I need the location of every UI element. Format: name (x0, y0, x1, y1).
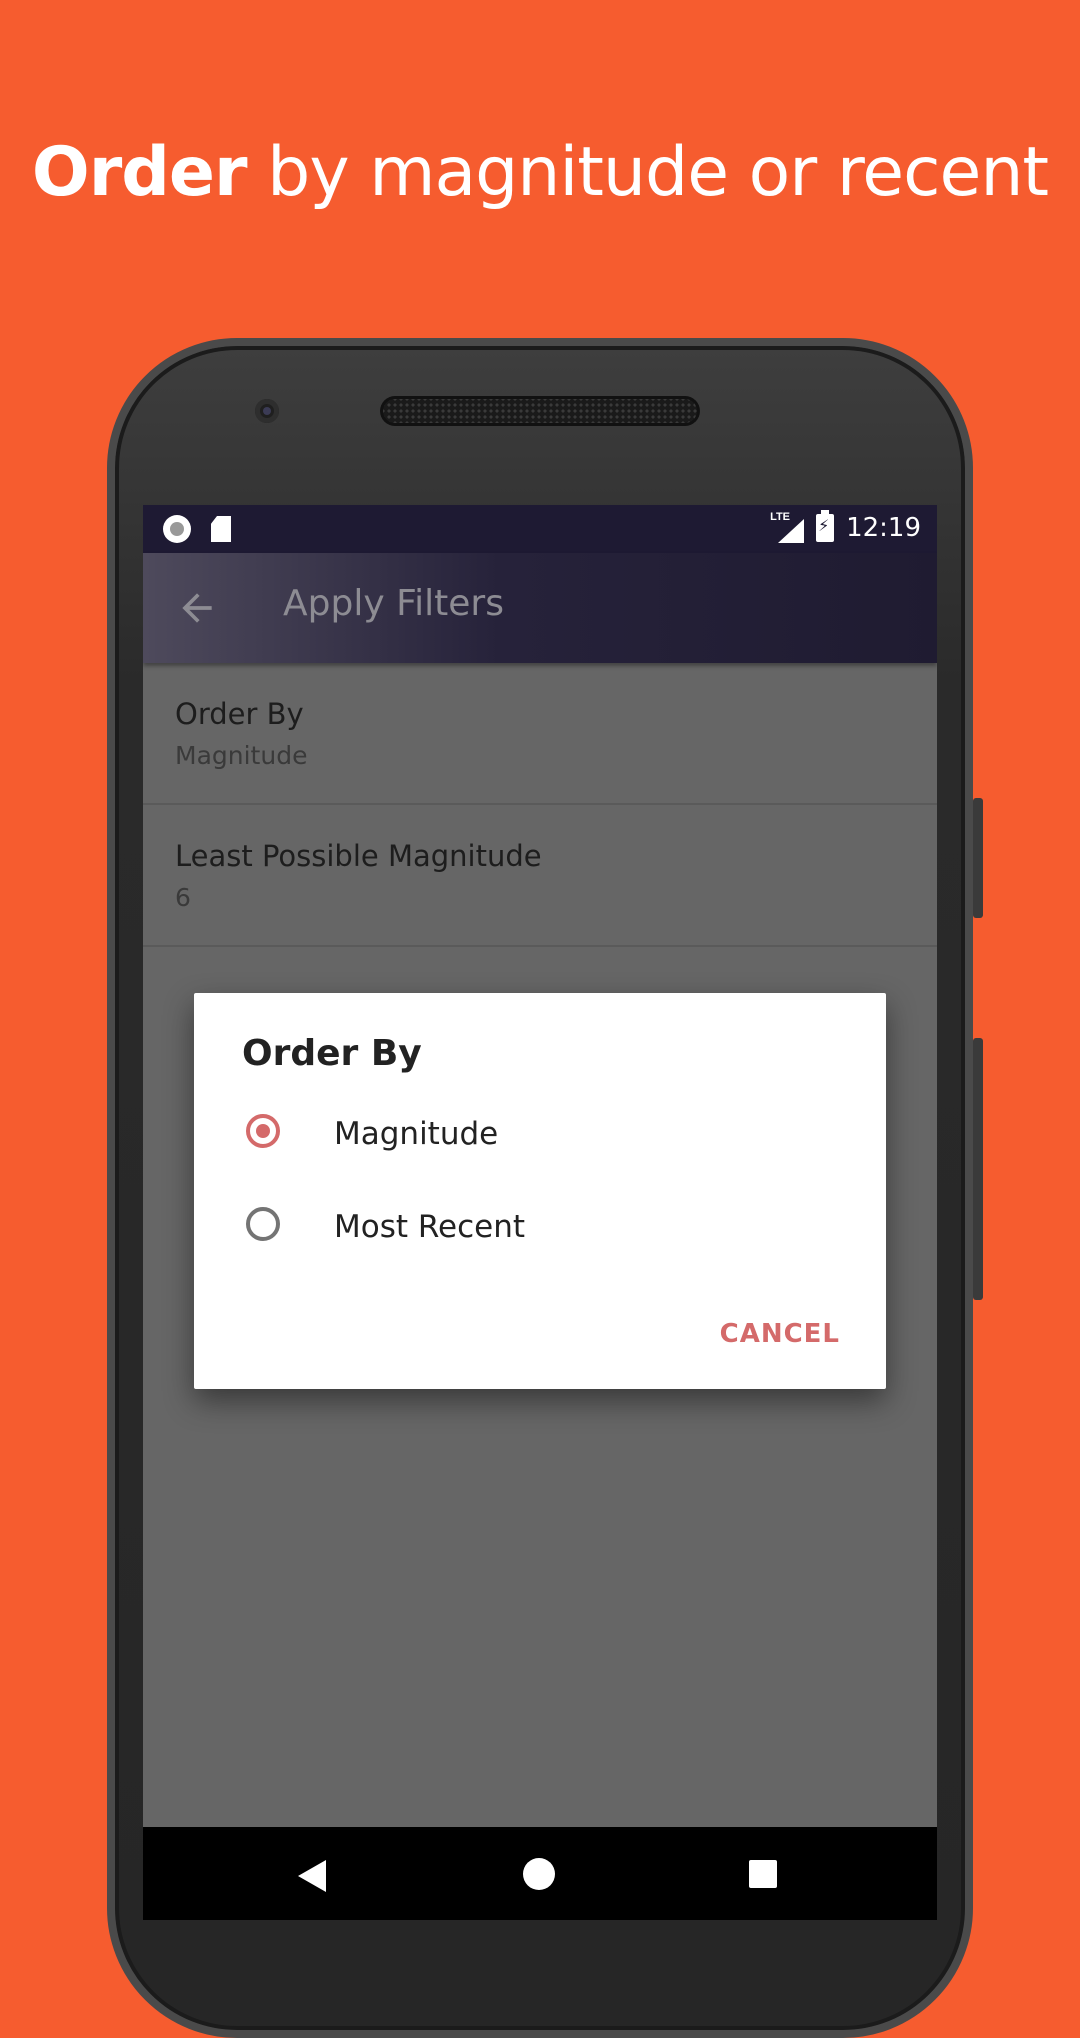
headline-rest: by magnitude or recent (246, 133, 1049, 212)
headline-bold: Order (31, 133, 248, 212)
pref-title: Order By (175, 697, 304, 731)
order-by-dialog: Order By Magnitude Most Recent CANCEL (194, 993, 886, 1389)
pref-order-by[interactable]: Order By Magnitude (143, 663, 937, 805)
volume-button (973, 798, 983, 918)
navigation-bar (143, 1827, 937, 1920)
promo-headline: Order by magnitude or recent (0, 128, 1080, 218)
arrow-back-icon[interactable] (175, 586, 219, 630)
option-label: Most Recent (334, 1209, 526, 1245)
earpiece-speaker (380, 396, 700, 426)
nav-home-icon[interactable] (523, 1858, 555, 1890)
app-toolbar: Apply Filters (143, 553, 937, 663)
pref-summary: 6 (175, 883, 191, 912)
option-most-recent[interactable]: Most Recent (194, 1181, 886, 1273)
pref-summary: Magnitude (175, 741, 308, 770)
status-clock: 12:19 (846, 513, 921, 543)
pref-least-magnitude[interactable]: Least Possible Magnitude 6 (143, 805, 937, 947)
dialog-title: Order By (242, 1033, 422, 1074)
radio-unchecked-icon[interactable] (246, 1207, 280, 1241)
option-label: Magnitude (334, 1116, 499, 1152)
radio-checked-icon[interactable] (246, 1114, 280, 1148)
nav-recents-icon[interactable] (749, 1860, 777, 1888)
option-magnitude[interactable]: Magnitude (194, 1088, 886, 1180)
battery-charging-icon (816, 510, 835, 542)
cancel-button[interactable]: CANCEL (720, 1319, 840, 1349)
signal-icon: LTE (770, 511, 805, 543)
front-camera (255, 399, 279, 423)
page-title: Apply Filters (283, 583, 504, 624)
record-icon (163, 515, 191, 543)
sd-card-icon (211, 516, 231, 542)
power-button (973, 1038, 983, 1300)
status-bar: LTE 12:19 (143, 505, 937, 553)
nav-back-icon[interactable] (298, 1860, 326, 1892)
pref-title: Least Possible Magnitude (175, 839, 542, 873)
